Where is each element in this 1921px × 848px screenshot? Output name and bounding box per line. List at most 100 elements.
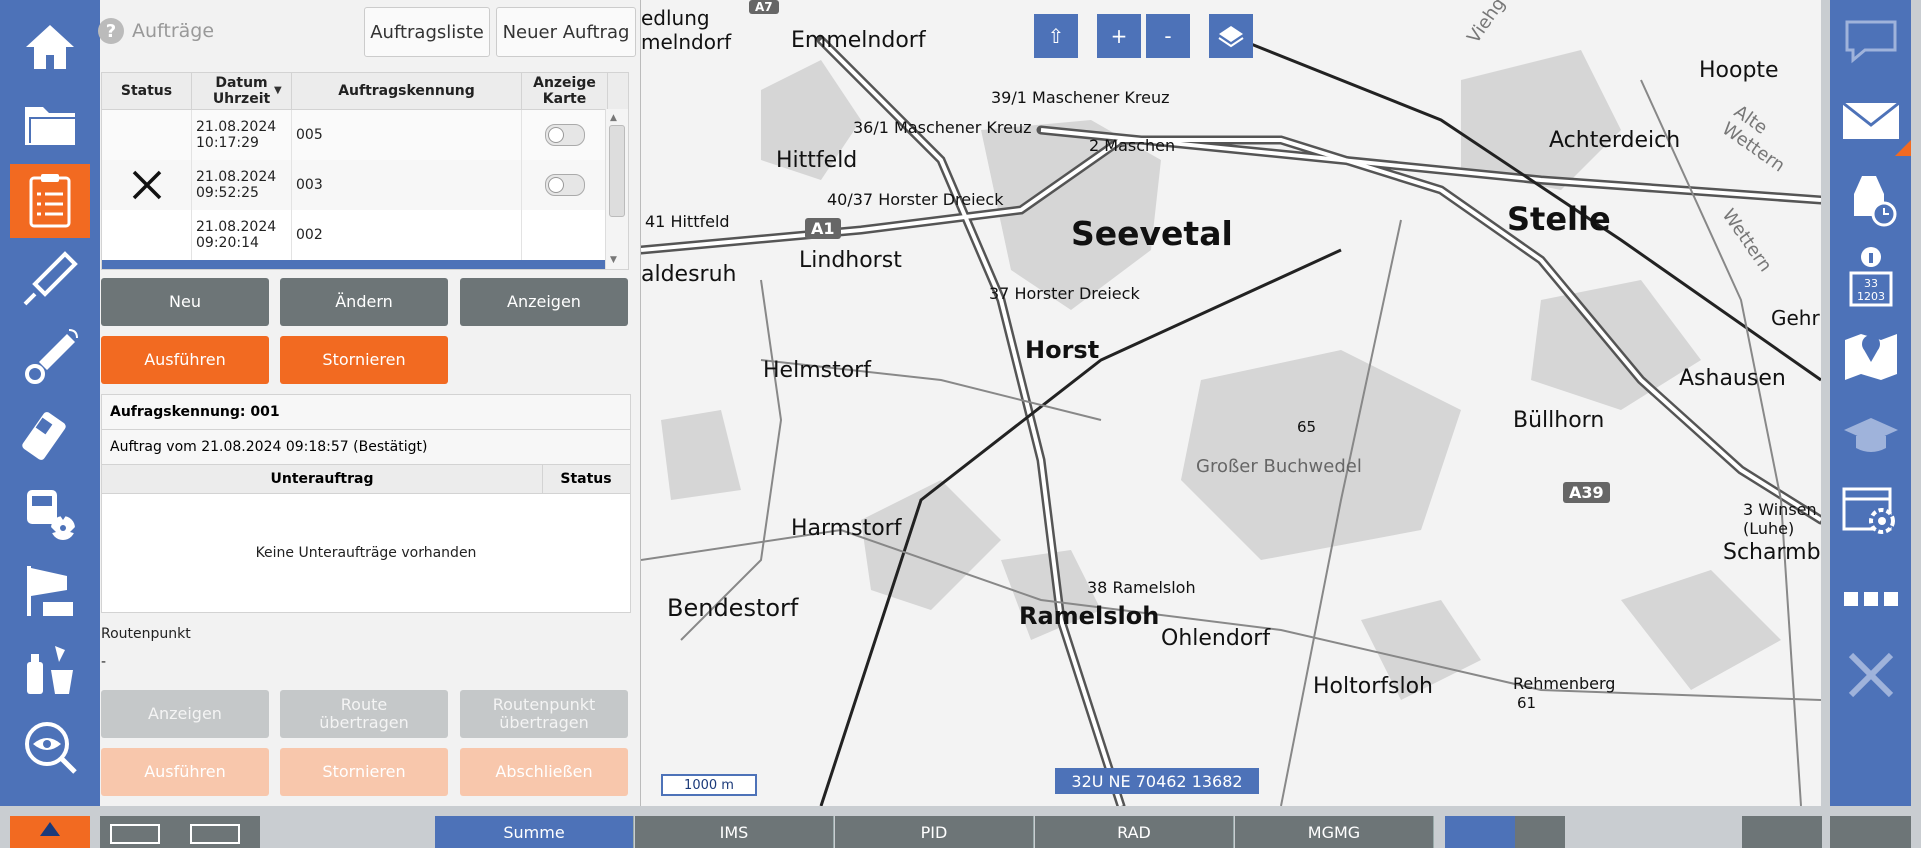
svg-text:33: 33 [1864, 277, 1878, 290]
map-zoom-in-button[interactable]: + [1097, 14, 1141, 58]
row-datetime: 21.08.2024 10:17:29 [192, 110, 292, 160]
more-icon[interactable] [1830, 562, 1911, 636]
panel-title: ? Aufträge [98, 0, 360, 62]
bottom-up-button[interactable] [10, 816, 90, 848]
scroll-down-icon[interactable]: ▼ [610, 255, 617, 265]
map-label-a7: A7 [749, 0, 779, 14]
folder-icon[interactable] [10, 88, 90, 162]
cancel-route-button[interactable]: Stornieren [280, 748, 448, 796]
map-label-edlung: edlung [641, 6, 710, 30]
map-label-ashausen: Ashausen [1679, 366, 1786, 391]
panel-title-text: Aufträge [132, 20, 215, 42]
vehicle-view-buttons[interactable] [100, 816, 260, 848]
tab-new-order[interactable]: Neuer Auftrag [496, 7, 636, 57]
new-order-button[interactable]: Neu [101, 278, 269, 326]
map-north-up-button[interactable]: ⇧ [1034, 14, 1078, 58]
row-datetime: 21.08.2024 09:20:14 [192, 210, 292, 260]
layer-toggle-button[interactable] [1445, 816, 1565, 848]
order-id-line: Aufragskennung: 001 [102, 395, 630, 430]
tab-order-list[interactable]: Auftragsliste [364, 7, 490, 57]
map-label-jct-3: 3 Winsen (Luhe) [1743, 500, 1817, 538]
row-time: 10:17:29 [196, 135, 259, 151]
sampling-bottle-icon[interactable] [10, 632, 90, 706]
bottom-bar: Summe IMS PID RAD MGMG [0, 806, 1921, 848]
map-label-lindhorst: Lindhorst [799, 248, 902, 273]
home-icon[interactable] [10, 10, 90, 84]
show-order-button[interactable]: Anzeigen [460, 278, 628, 326]
edit-order-button[interactable]: Ändern [280, 278, 448, 326]
cancelled-x-icon [132, 170, 161, 200]
map-label-a1: A1 [805, 218, 841, 239]
col-status[interactable]: Status [102, 73, 192, 109]
arrow-up-icon [40, 822, 60, 836]
detector-probe-icon[interactable] [10, 320, 90, 394]
map-label-achterdeich: Achterdeich [1549, 128, 1681, 153]
chat-icon[interactable] [1830, 4, 1911, 78]
execute-route-button[interactable]: Ausführen [101, 748, 269, 796]
col-order-id[interactable]: Auftragskennung [292, 73, 522, 109]
row-date: 21.08.2024 [196, 219, 277, 235]
tab-ims[interactable]: IMS [635, 816, 834, 848]
route-point-value: - [101, 654, 107, 670]
show-on-map-toggle[interactable] [544, 174, 585, 196]
transfer-route-point-button[interactable]: Routenpunkt übertragen [460, 690, 628, 738]
mail-icon[interactable] [1830, 84, 1911, 158]
tab-summe[interactable]: Summe [435, 816, 634, 848]
handheld-device-icon[interactable] [10, 398, 90, 472]
tab-mgmg[interactable]: MGMG [1235, 816, 1434, 848]
map-label-horst: Horst [1025, 336, 1100, 364]
table-scrollbar[interactable]: ▲ ▼ [605, 109, 628, 269]
show-on-map-toggle[interactable] [544, 124, 585, 146]
map-label-hoopte: Hoopte [1699, 58, 1779, 83]
dosimeter-radiation-icon[interactable] [10, 476, 90, 550]
info-calendar-icon[interactable]: 33 1203 [1830, 240, 1911, 314]
tab-pid[interactable]: PID [835, 816, 1034, 848]
map-pin-icon[interactable] [1830, 318, 1911, 392]
execute-order-button[interactable]: Ausführen [101, 336, 269, 384]
map-view[interactable]: Emmelndorf Hittfeld Seevetal Stelle Acht… [641, 0, 1821, 806]
keyboard-button[interactable] [1830, 816, 1911, 848]
map-label-a39: A39 [1563, 482, 1610, 503]
help-icon[interactable]: ? [98, 18, 124, 44]
scrollbar-thumb[interactable] [609, 125, 625, 217]
orders-icon[interactable] [10, 164, 90, 238]
transfer-route-button[interactable]: Route übertragen [280, 690, 448, 738]
settings-window-icon[interactable] [1830, 476, 1911, 550]
training-cap-icon[interactable] [1830, 398, 1911, 472]
map-canvas [641, 0, 1821, 806]
row-time: 09:20:14 [196, 235, 259, 251]
map-label-buellhorn: Büllhorn [1513, 408, 1605, 433]
tab-rad[interactable]: RAD [1035, 816, 1234, 848]
map-label-melndorf: melndorf [641, 30, 732, 54]
col-show-on-map[interactable]: Anzeige Karte [522, 73, 608, 109]
cancel-order-button[interactable]: Stornieren [280, 336, 448, 384]
show-route-button[interactable]: Anzeigen [101, 690, 269, 738]
map-layers-button[interactable] [1209, 14, 1253, 58]
map-label-gehr: Gehr [1771, 306, 1820, 330]
probe-icon[interactable] [10, 242, 90, 316]
map-label-emmelndorf: Emmelndorf [791, 28, 926, 53]
tools-icon[interactable] [1830, 638, 1911, 712]
table-row[interactable]: 21.08.2024 10:17:29 005 [102, 110, 608, 161]
vehicle-collapse-icon[interactable] [190, 824, 240, 844]
map-label-jct-36-1: 36/1 Maschener Kreuz [853, 118, 1032, 137]
observation-eye-icon[interactable] [10, 710, 90, 784]
dose-timer-icon[interactable] [1830, 162, 1911, 236]
map-zoom-out-button[interactable]: - [1146, 14, 1190, 58]
camera-button[interactable] [1742, 816, 1822, 848]
row-map-toggle-cell [522, 210, 608, 260]
windsock-icon[interactable] [10, 554, 90, 628]
selected-row-highlight[interactable] [102, 260, 608, 269]
map-label-rehmenberg: Rehmenberg [1513, 674, 1616, 693]
table-row[interactable]: 21.08.2024 09:20:14 002 [102, 210, 608, 261]
map-label-hittfeld: Hittfeld [776, 148, 858, 173]
map-label-aldesruh: aldesruh [641, 262, 737, 287]
vehicle-expand-icon[interactable] [110, 824, 160, 844]
orders-table: Status Datum Uhrzeit ▼ Auftragskennung A… [101, 72, 629, 270]
finish-route-button[interactable]: Abschließen [460, 748, 628, 796]
map-label-ramelsloh: Ramelsloh [1019, 602, 1160, 630]
table-row[interactable]: 21.08.2024 09:52:25 003 [102, 160, 608, 211]
scroll-up-icon[interactable]: ▲ [610, 113, 617, 123]
map-scale-bar: 1000 m [661, 774, 757, 796]
row-order-id: 005 [292, 110, 522, 160]
